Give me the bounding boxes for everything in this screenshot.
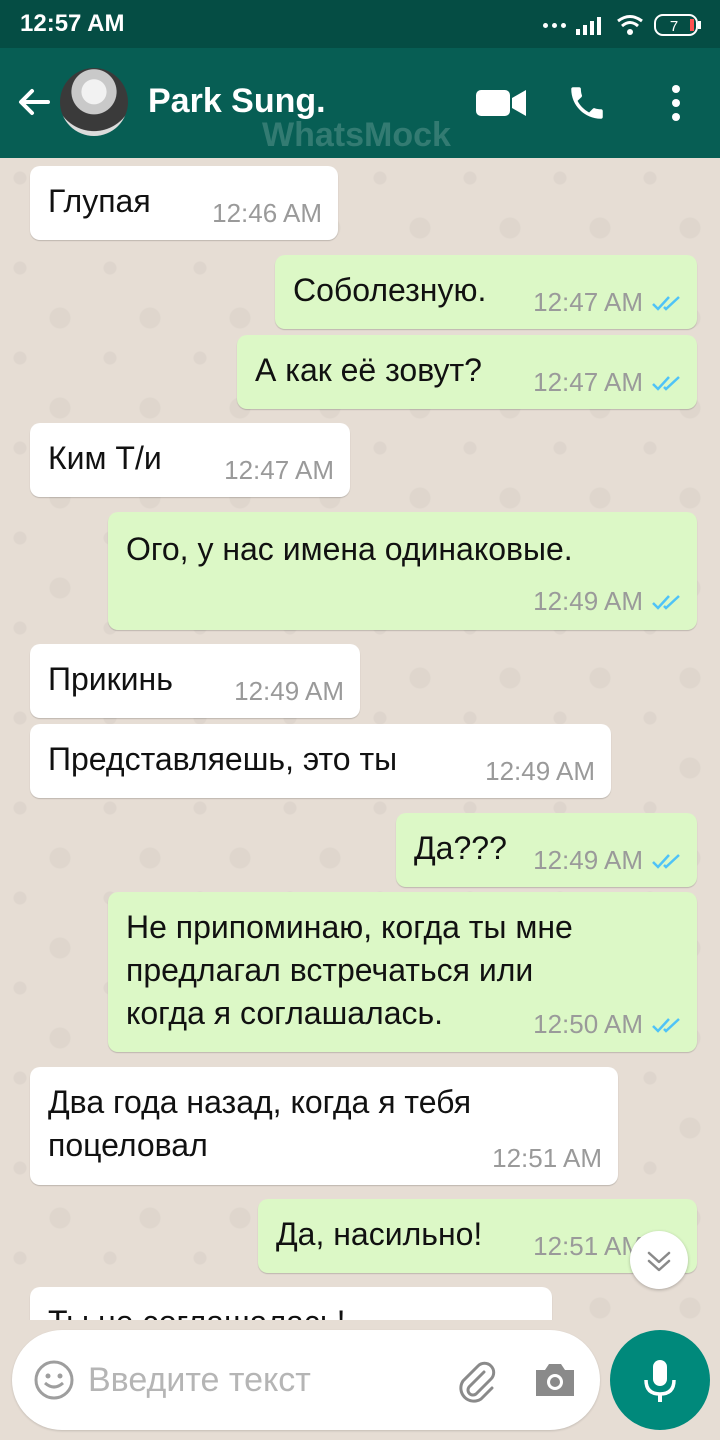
message-text: Два года назад, когда я тебя — [48, 1084, 472, 1120]
watermark: WhatsMock — [262, 116, 451, 154]
more-vert-icon[interactable] — [660, 82, 692, 124]
paperclip-icon[interactable] — [452, 1356, 500, 1404]
message-text: Представляешь, это ты — [48, 741, 398, 777]
status-indicators: 7 — [543, 12, 702, 38]
message-time: 12:47 AM — [533, 287, 643, 317]
double-check-icon — [652, 295, 680, 311]
message-time: 12:46 AM — [212, 198, 322, 228]
message-incoming[interactable]: Прикинь 12:49 AM — [30, 644, 360, 718]
message-time: 12:51 AM — [533, 1231, 643, 1261]
double-chevron-down-icon — [647, 1251, 671, 1272]
wifi-icon — [617, 15, 643, 35]
message-text: Глупая — [48, 183, 151, 219]
back-arrow-icon[interactable] — [14, 82, 54, 122]
smiley-icon[interactable] — [32, 1358, 76, 1402]
message-text: Да, насильно! — [276, 1216, 483, 1252]
message-text: Не припоминаю, когда ты мне — [126, 909, 573, 945]
message-text: предлагал встречаться или — [126, 952, 534, 988]
voice-record-button[interactable] — [610, 1330, 710, 1430]
battery-level: 7 — [670, 18, 678, 35]
message-time: 12:49 AM — [533, 845, 643, 875]
message-incoming[interactable]: Ты не соглашалась! — [30, 1287, 552, 1320]
chat-header: Park Sung. WhatsMock — [0, 48, 720, 158]
message-incoming[interactable]: Глупая 12:46 AM — [30, 166, 338, 240]
message-time: 12:51 AM — [492, 1143, 602, 1173]
battery-icon: 7 — [654, 14, 701, 36]
status-time: 12:57 AM — [20, 10, 125, 37]
double-check-icon — [652, 594, 680, 610]
message-text: Да??? — [414, 830, 507, 866]
notification-dots-icon — [543, 22, 566, 28]
double-check-icon — [652, 1017, 680, 1033]
message-incoming[interactable]: Ким Т/и 12:47 AM — [30, 423, 350, 497]
status-bar: 12:57 AM 7 — [0, 0, 720, 48]
scroll-to-bottom-button[interactable] — [630, 1231, 688, 1289]
double-check-icon — [652, 375, 680, 391]
message-text: Ого, у нас имена одинаковые. — [126, 531, 573, 567]
message-text: когда я соглашалась. — [126, 995, 444, 1031]
camera-icon[interactable] — [532, 1360, 578, 1400]
message-time: 12:47 AM — [533, 367, 643, 397]
message-outgoing[interactable]: Ого, у нас имена одинаковые. 12:49 AM — [108, 512, 697, 630]
video-camera-icon[interactable] — [474, 84, 528, 122]
message-incoming[interactable]: Представляешь, это ты 12:49 AM — [30, 724, 611, 798]
signal-icon — [576, 17, 601, 35]
message-time: 12:47 AM — [224, 455, 334, 485]
phone-icon[interactable] — [566, 82, 608, 124]
message-outgoing[interactable]: Соболезную. 12:47 AM — [275, 255, 697, 329]
message-outgoing[interactable]: Не припоминаю, когда ты мне предлагал вс… — [108, 892, 697, 1052]
message-text: Ты не соглашалась! — [48, 1301, 345, 1320]
message-incoming[interactable]: Два года назад, когда я тебя поцеловал 1… — [30, 1067, 618, 1185]
message-time: 12:49 AM — [234, 676, 344, 706]
message-input[interactable] — [88, 1356, 428, 1404]
message-time: 12:49 AM — [485, 756, 595, 786]
message-composer — [12, 1330, 600, 1430]
microphone-icon — [644, 1360, 676, 1402]
contact-avatar[interactable] — [60, 68, 128, 136]
message-text: Соболезную. — [293, 272, 487, 308]
message-list[interactable]: Глупая 12:46 AM Соболезную. 12:47 AM А к… — [0, 158, 720, 1320]
message-outgoing[interactable]: А как её зовут? 12:47 AM — [237, 335, 697, 409]
message-time: 12:49 AM — [533, 586, 643, 616]
message-text: Прикинь — [48, 661, 173, 697]
message-outgoing[interactable]: Да??? 12:49 AM — [396, 813, 697, 887]
message-time: 12:50 AM — [533, 1009, 643, 1039]
message-text: А как её зовут? — [255, 352, 482, 388]
message-text: Ким Т/и — [48, 440, 162, 476]
double-check-icon — [652, 853, 680, 869]
message-text: поцеловал — [48, 1127, 208, 1163]
